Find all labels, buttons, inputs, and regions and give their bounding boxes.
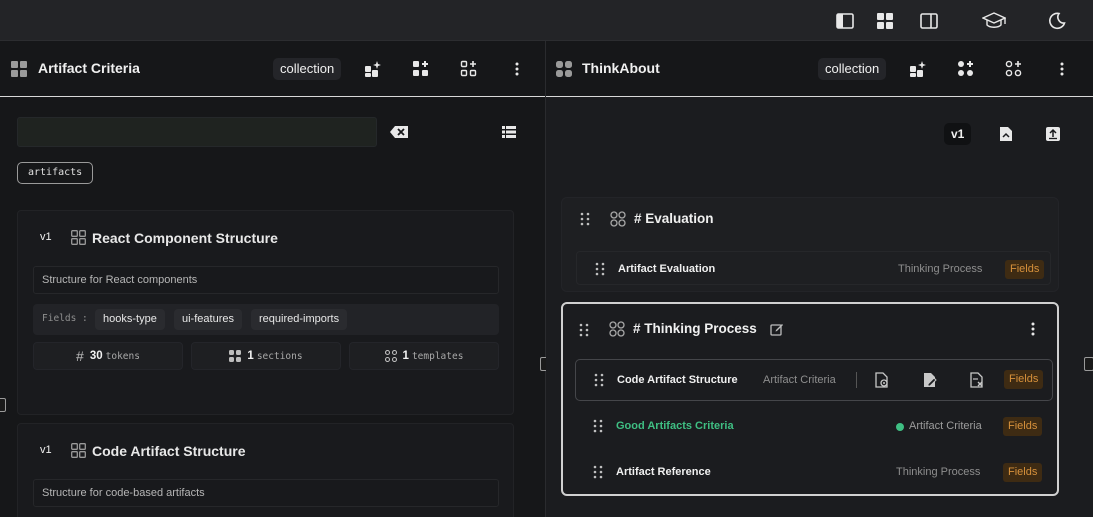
fields-badge[interactable]: Fields (1003, 463, 1043, 482)
file-edit-icon[interactable] (919, 369, 941, 391)
criteria-card[interactable]: v1 React Component Structure Structure f… (17, 210, 514, 415)
magic-grid-icon[interactable] (907, 58, 929, 80)
collection-badge[interactable]: collection (273, 58, 342, 80)
fields-badge[interactable]: Fields (1005, 260, 1045, 279)
sections-count: 1 (247, 350, 254, 362)
version-label: v1 (40, 231, 52, 243)
tokens-count: 30 (89, 350, 103, 362)
top-bar (0, 0, 1093, 41)
drag-handle-icon (593, 419, 603, 433)
tokens-unit: tokens (105, 350, 140, 362)
right-panel-header: ThinkAbout collection (546, 41, 1093, 97)
add-grid-outline-icon[interactable] (458, 58, 480, 80)
file-export-icon[interactable] (995, 123, 1017, 145)
version-badge[interactable]: v1 (944, 123, 972, 145)
item-source: Artifact Criteria (763, 374, 836, 386)
tokens-stat: # 30 tokens (33, 342, 183, 370)
file-preview-icon[interactable] (871, 369, 893, 391)
fields-badge[interactable]: Fields (1003, 417, 1043, 436)
section-title: # Thinking Process (633, 321, 757, 336)
fields-label: Fields : (42, 313, 88, 324)
sidebar-left-icon[interactable] (834, 10, 856, 32)
grid-outline-icon (71, 230, 86, 245)
resize-handle-left[interactable] (0, 398, 6, 412)
version-label: v1 (40, 444, 52, 456)
drag-handle-icon (595, 262, 605, 276)
separator (856, 372, 857, 388)
panel-title: ThinkAbout (582, 60, 660, 76)
section-evaluation: # Evaluation Artifact Evaluation Thinkin… (561, 197, 1059, 292)
panel-title: Artifact Criteria (38, 60, 140, 76)
drag-handle-icon (579, 323, 589, 337)
card-description: Structure for code-based artifacts (33, 479, 499, 507)
section-icon (610, 211, 626, 227)
collection-icon (556, 61, 572, 77)
add-round-grid-outline-icon[interactable] (1003, 58, 1025, 80)
add-grid-icon[interactable] (410, 58, 432, 80)
templates-icon (384, 350, 397, 362)
item-title: Code Artifact Structure (617, 374, 738, 386)
more-vertical-icon[interactable] (1022, 318, 1044, 340)
collection-icon (11, 61, 27, 77)
more-vertical-icon[interactable] (506, 58, 528, 80)
grid-outline-icon (71, 443, 86, 458)
right-panel: ThinkAbout collection v1 # Evaluation Ar… (546, 41, 1093, 517)
clear-search-icon[interactable] (388, 121, 410, 143)
templates-stat: 1 templates (349, 342, 499, 370)
card-description: Structure for React components (33, 266, 499, 294)
criteria-card[interactable]: v1 Code Artifact Structure Structure for… (17, 423, 514, 517)
sections-icon (229, 350, 242, 362)
fields-badge[interactable]: Fields (1004, 370, 1044, 389)
item-source: Thinking Process (898, 263, 983, 275)
moon-icon[interactable] (1046, 10, 1068, 32)
templates-count: 1 (402, 350, 409, 362)
item-source: Artifact Criteria (909, 420, 982, 432)
templates-unit: templates (411, 350, 464, 362)
upload-icon[interactable] (1042, 123, 1064, 145)
item-title: Good Artifacts Criteria (616, 420, 734, 432)
section-title: # Evaluation (634, 211, 714, 226)
list-item[interactable]: Artifact Evaluation Thinking Process Fie… (576, 251, 1051, 285)
more-vertical-icon[interactable] (1051, 58, 1073, 80)
card-title: Code Artifact Structure (92, 443, 246, 459)
field-chip[interactable]: required-imports (251, 309, 348, 330)
item-title: Artifact Evaluation (618, 263, 716, 275)
list-item[interactable]: Code Artifact Structure Artifact Criteri… (575, 359, 1053, 401)
left-panel-header: Artifact Criteria collection (0, 41, 545, 97)
grid-icon[interactable] (874, 10, 896, 32)
search-input[interactable] (17, 117, 377, 147)
drag-handle-icon (580, 212, 590, 226)
item-source: Thinking Process (896, 466, 981, 478)
list-view-icon[interactable] (498, 121, 520, 143)
add-round-grid-icon[interactable] (955, 58, 977, 80)
left-panel: Artifact Criteria collection artifacts v… (0, 41, 545, 517)
status-dot (896, 423, 904, 431)
magic-grid-icon[interactable] (362, 58, 384, 80)
drag-handle-icon (594, 373, 604, 387)
hash-icon: # (76, 348, 84, 364)
sections-unit: sections (256, 350, 303, 362)
resize-handle-right[interactable] (1084, 357, 1093, 371)
card-title: React Component Structure (92, 230, 278, 246)
list-item[interactable]: Good Artifacts Criteria Artifact Criteri… (575, 409, 1053, 443)
filter-tag[interactable]: artifacts (17, 162, 94, 184)
graduation-cap-icon[interactable] (981, 10, 1007, 32)
section-thinking-process: # Thinking Process Code Artifact Structu… (561, 302, 1059, 496)
file-remove-icon[interactable] (966, 369, 988, 391)
item-title: Artifact Reference (616, 466, 711, 478)
drag-handle-icon (593, 465, 603, 479)
field-chip[interactable]: ui-features (174, 309, 242, 330)
section-icon (609, 321, 625, 337)
collection-badge[interactable]: collection (818, 58, 887, 80)
sections-stat: 1 sections (191, 342, 341, 370)
fields-row: Fields : hooks-type ui-features required… (33, 304, 499, 335)
list-item[interactable]: Artifact Reference Thinking Process Fiel… (575, 455, 1053, 489)
edit-icon[interactable] (766, 318, 788, 340)
sidebar-right-icon[interactable] (918, 10, 940, 32)
field-chip[interactable]: hooks-type (95, 309, 165, 330)
